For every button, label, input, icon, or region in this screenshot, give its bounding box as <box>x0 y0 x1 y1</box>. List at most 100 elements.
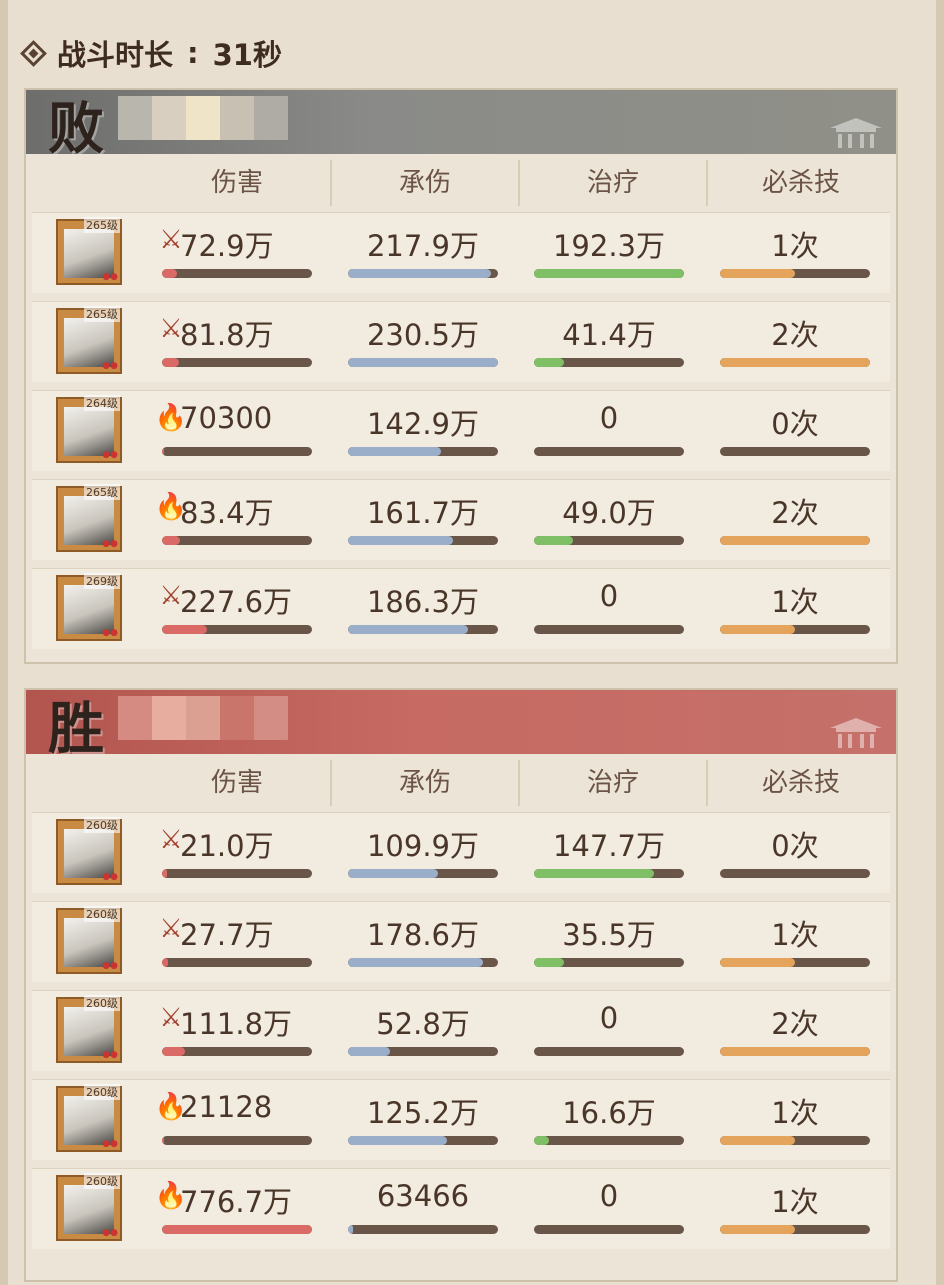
heal-bar <box>534 1047 684 1056</box>
player-row[interactable]: 260级 ●● 🔥 776.7万 63466 0 1次 <box>32 1168 890 1249</box>
heal-value: 35.5万 <box>562 918 656 952</box>
player-row[interactable]: 260级 ●● 🔥 21128 125.2万 16.6万 1次 <box>32 1079 890 1160</box>
bar-fill <box>162 536 180 545</box>
bar-fill <box>162 1047 185 1056</box>
damage-bar <box>162 1225 312 1234</box>
heal-cell: 0 <box>516 1169 702 1249</box>
hero-portrait <box>64 1185 114 1234</box>
player-row[interactable]: 265级 ●● ⚔ 81.8万 230.5万 41.4万 2次 <box>32 301 890 382</box>
header-taken: 承伤 <box>332 160 520 206</box>
bar-fill <box>720 1136 795 1145</box>
player-row[interactable]: 260级 ●● ⚔ 21.0万 109.9万 147.7万 0次 <box>32 812 890 893</box>
taken-value: 142.9万 <box>366 407 480 441</box>
hero-level: 269级 <box>84 573 120 589</box>
bar-fill <box>534 269 684 278</box>
player-row[interactable]: 269级 ●● ⚔ 227.6万 186.3万 0 1次 <box>32 568 890 649</box>
taken-cell: 63466 <box>330 1169 516 1249</box>
damage-value: 21.0万 <box>180 829 274 863</box>
star-rank-icon: ●● <box>102 628 118 638</box>
damage-cell: ⚔ 227.6万 <box>144 569 330 649</box>
player-row[interactable]: 260级 ●● ⚔ 27.7万 178.6万 35.5万 1次 <box>32 901 890 982</box>
taken-bar <box>348 358 498 367</box>
player-row[interactable]: 260级 ●● ⚔ 111.8万 52.8万 0 2次 <box>32 990 890 1071</box>
hero-avatar[interactable]: 264级 ●● <box>56 395 122 463</box>
bar-fill <box>162 358 179 367</box>
hero-portrait <box>64 229 114 278</box>
player-row[interactable]: 265级 ●● ⚔ 72.9万 217.9万 192.3万 1次 <box>32 212 890 293</box>
bar-fill <box>534 1136 549 1145</box>
bar-fill <box>348 958 483 967</box>
hero-avatar[interactable]: 269级 ●● <box>56 573 122 641</box>
hero-avatar[interactable]: 260级 ●● <box>56 906 122 974</box>
taken-value: 125.2万 <box>366 1096 480 1130</box>
taken-bar <box>348 1047 498 1056</box>
bar-fill <box>162 1225 312 1234</box>
heal-bar <box>534 447 684 456</box>
bar-fill <box>162 958 168 967</box>
bar-fill <box>720 1225 795 1234</box>
star-rank-icon: ●● <box>102 1139 118 1149</box>
damage-value: 72.9万 <box>180 229 274 263</box>
taken-cell: 109.9万 <box>330 813 516 893</box>
frame-left-edge <box>0 0 8 1285</box>
ult-count: 2次 <box>771 1007 819 1041</box>
damage-bar <box>162 358 312 367</box>
hero-level: 260级 <box>84 1084 120 1100</box>
star-rank-icon: ●● <box>102 1228 118 1238</box>
hero-avatar[interactable]: 265级 ●● <box>56 306 122 374</box>
ult-count: 1次 <box>771 585 819 619</box>
damage-cell: ⚔ 21.0万 <box>144 813 330 893</box>
hero-level: 260级 <box>84 817 120 833</box>
team-panel-defeat: 败伤害 承伤 治疗 必杀技 265级 ●● ⚔ 72.9万 217.9万 192.3万 1次 265级… <box>24 88 898 664</box>
bar-fill <box>720 536 870 545</box>
hero-avatar[interactable]: 265级 ●● <box>56 217 122 285</box>
ult-bar <box>720 447 870 456</box>
ult-count: 2次 <box>771 496 819 530</box>
damage-cell: 🔥 70300 <box>144 391 330 471</box>
hero-avatar[interactable]: 260级 ●● <box>56 817 122 885</box>
ult-count: 1次 <box>771 1096 819 1130</box>
bar-fill <box>348 447 441 456</box>
heal-cell: 35.5万 <box>516 902 702 982</box>
bar-fill <box>348 1136 447 1145</box>
player-row[interactable]: 264级 ●● 🔥 70300 142.9万 0 0次 <box>32 390 890 471</box>
damage-cell: 🔥 776.7万 <box>144 1169 330 1249</box>
bar-fill <box>720 958 795 967</box>
header-damage: 伤害 <box>144 160 332 206</box>
ult-cell: 1次 <box>702 902 888 982</box>
bar-fill <box>534 536 573 545</box>
player-row[interactable]: 265级 ●● 🔥 83.4万 161.7万 49.0万 2次 <box>32 479 890 560</box>
result-banner: 胜 <box>26 690 896 754</box>
ult-cell: 1次 <box>702 1169 888 1249</box>
bar-fill <box>348 269 491 278</box>
hero-avatar[interactable]: 265级 ●● <box>56 484 122 552</box>
hero-avatar[interactable]: 260级 ●● <box>56 1084 122 1152</box>
player-name-censored <box>118 96 288 140</box>
ult-bar <box>720 536 870 545</box>
heal-bar <box>534 269 684 278</box>
taken-cell: 217.9万 <box>330 213 516 293</box>
heal-cell: 49.0万 <box>516 480 702 560</box>
taken-value: 52.8万 <box>376 1007 470 1041</box>
damage-value: 83.4万 <box>180 496 274 530</box>
damage-cell: ⚔ 72.9万 <box>144 213 330 293</box>
heal-bar <box>534 1225 684 1234</box>
taken-value: 217.9万 <box>366 229 480 263</box>
damage-value: 111.8万 <box>180 1007 293 1041</box>
ult-bar <box>720 869 870 878</box>
star-rank-icon: ●● <box>102 450 118 460</box>
ult-cell: 2次 <box>702 302 888 382</box>
heal-bar <box>534 536 684 545</box>
ult-count: 0次 <box>771 407 819 441</box>
taken-bar <box>348 1136 498 1145</box>
ult-bar <box>720 1225 870 1234</box>
taken-cell: 125.2万 <box>330 1080 516 1160</box>
hero-avatar[interactable]: 260级 ●● <box>56 1173 122 1241</box>
bar-fill <box>534 958 564 967</box>
taken-bar <box>348 1225 498 1234</box>
ult-bar <box>720 1047 870 1056</box>
taken-bar <box>348 869 498 878</box>
frame-right-edge <box>936 0 944 1285</box>
hero-avatar[interactable]: 260级 ●● <box>56 995 122 1063</box>
hero-level: 260级 <box>84 1173 120 1189</box>
